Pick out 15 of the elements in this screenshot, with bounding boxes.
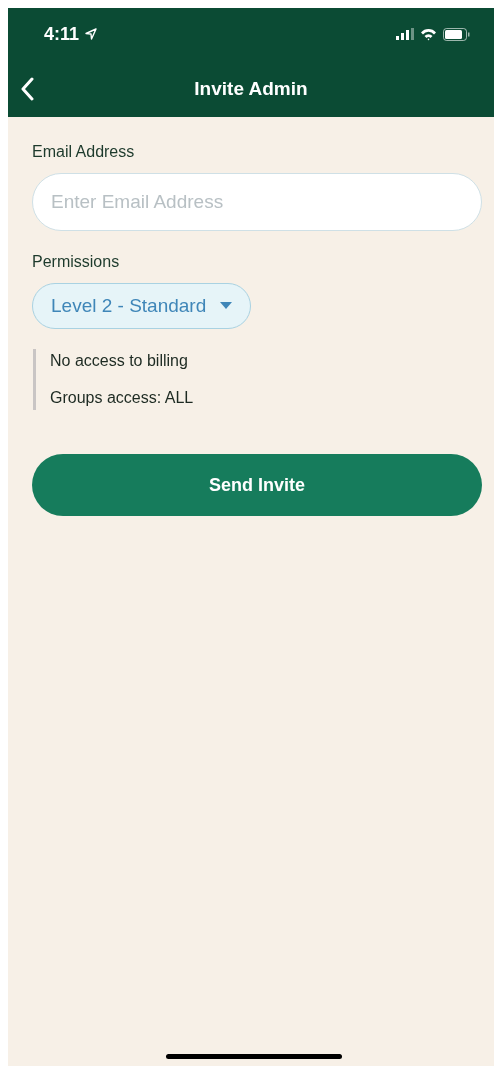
permission-dropdown[interactable]: Level 2 - Standard bbox=[32, 283, 252, 329]
signal-icon bbox=[396, 28, 414, 40]
caret-icon bbox=[220, 302, 233, 310]
back-chevron-icon bbox=[20, 76, 34, 101]
email-label: Email Address bbox=[32, 143, 136, 161]
status-time: 4:11 bbox=[44, 23, 80, 45]
send-invite-button[interactable]: Send Invite bbox=[32, 454, 482, 516]
permissions-label: Permissions bbox=[32, 253, 121, 271]
permission-note: Groups access: ALL bbox=[50, 389, 195, 407]
screen-title: Invite Admin bbox=[194, 77, 308, 100]
location-arrow-icon bbox=[85, 28, 98, 40]
permission-note: No access to billing bbox=[50, 352, 189, 370]
battery-icon bbox=[443, 27, 470, 41]
wifi-icon bbox=[420, 27, 437, 41]
email-field[interactable]: Enter Email Address bbox=[32, 173, 482, 231]
